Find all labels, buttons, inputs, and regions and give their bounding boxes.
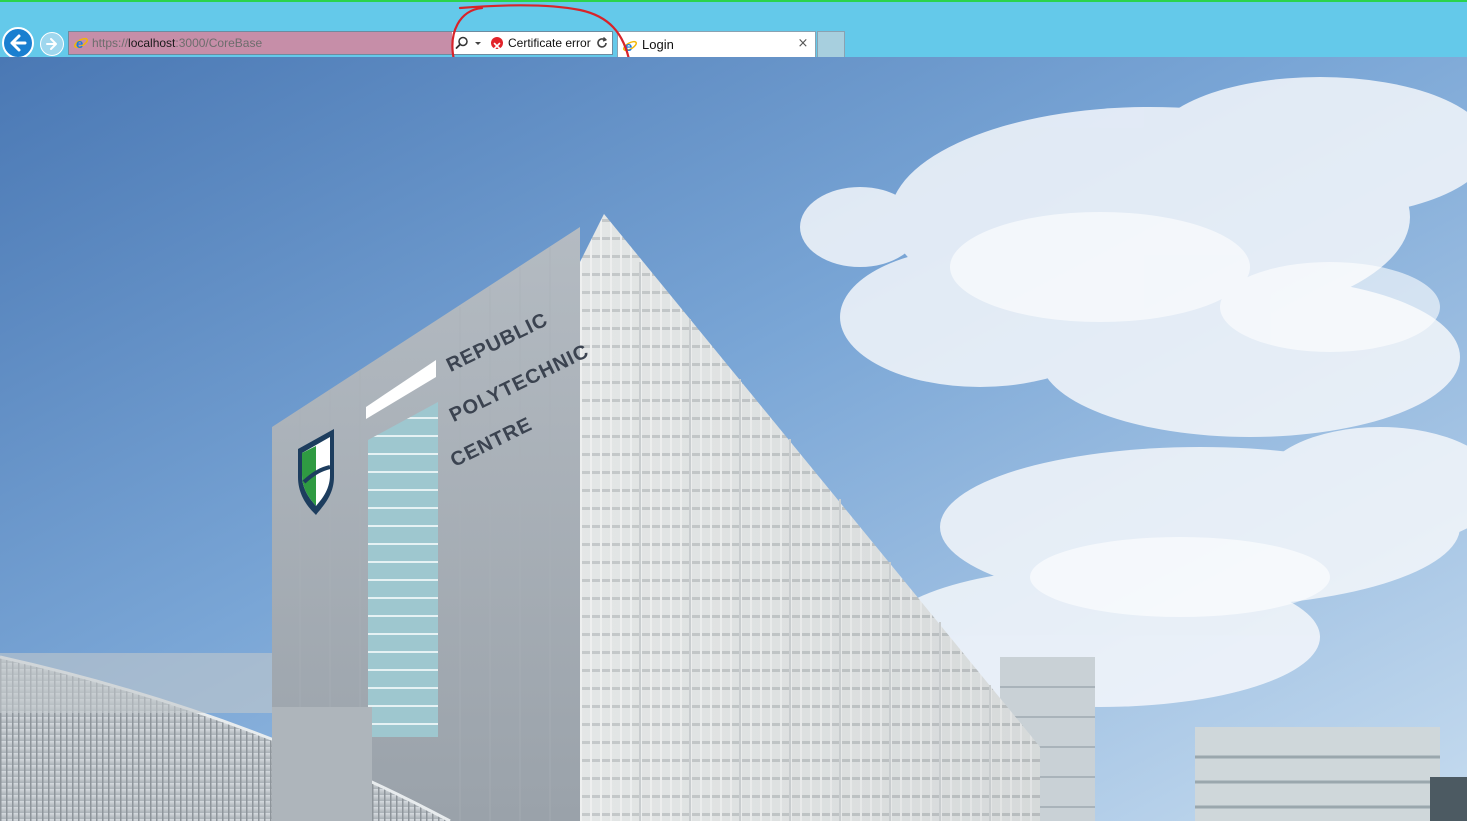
certificate-error-label[interactable]: Certificate error <box>508 32 591 54</box>
address-bar[interactable]: e https://localhost:3000/CoreBase Certif… <box>68 31 613 55</box>
url-text: https://localhost:3000/CoreBase <box>92 32 262 54</box>
url-host: localhost <box>128 36 176 50</box>
search-icon[interactable] <box>455 36 469 50</box>
chevron-down-icon[interactable] <box>473 36 483 50</box>
ie-tab-icon: e <box>623 39 637 54</box>
url-field[interactable]: e https://localhost:3000/CoreBase <box>69 32 452 54</box>
url-path: :3000/CoreBase <box>175 36 263 50</box>
close-x-icon <box>493 42 501 50</box>
certificate-error-icon[interactable] <box>491 37 503 50</box>
back-button[interactable] <box>2 27 34 59</box>
new-tab-button[interactable] <box>817 31 845 59</box>
browser-toolbar: e https://localhost:3000/CoreBase Certif… <box>0 0 1467 59</box>
tab-label: Login <box>642 37 674 52</box>
ie-page-icon: e <box>74 36 88 51</box>
refresh-icon[interactable] <box>595 36 609 50</box>
tab-login[interactable]: e Login × <box>617 31 816 59</box>
forward-button[interactable] <box>40 32 64 56</box>
svg-text:e: e <box>76 36 83 51</box>
login-page-background: REPUBLIC POLYTECHNIC CENTRE <box>0 57 1467 821</box>
building-photo <box>0 57 1467 821</box>
url-scheme: https:// <box>92 36 129 50</box>
forward-arrow-icon <box>46 38 57 50</box>
close-tab-icon[interactable]: × <box>797 37 809 50</box>
back-arrow-icon <box>10 34 27 52</box>
svg-text:e: e <box>625 39 632 54</box>
